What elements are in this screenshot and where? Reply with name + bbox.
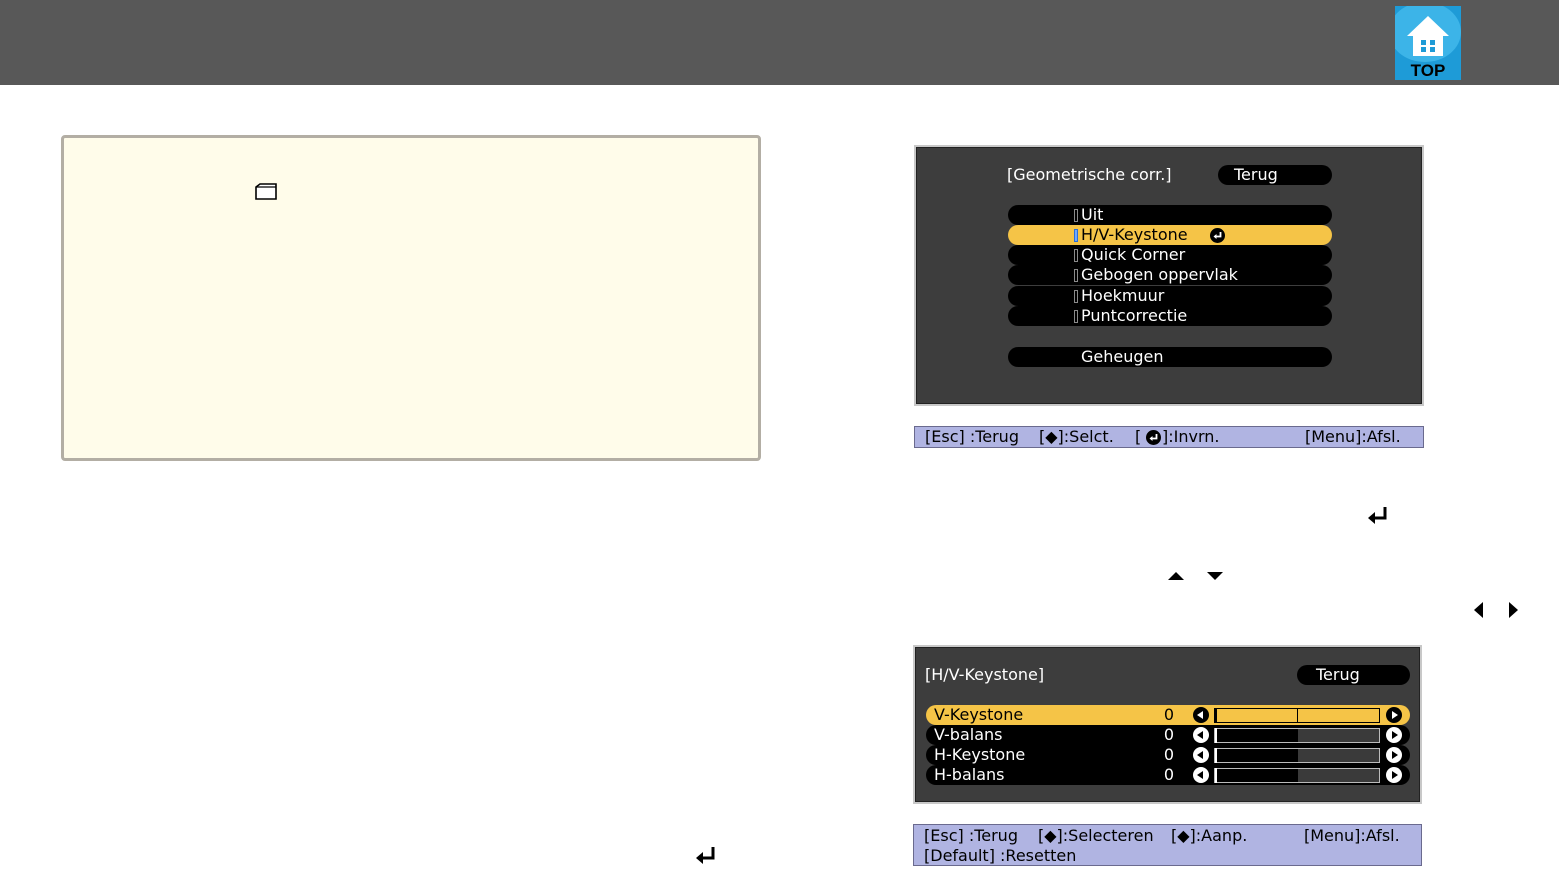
slider-start-tick bbox=[1215, 768, 1217, 783]
row-v-balans[interactable]: V-balans 0 bbox=[926, 725, 1410, 745]
v-balans-slider[interactable] bbox=[1214, 728, 1380, 743]
menu-item-label: Quick Corner bbox=[1081, 245, 1186, 264]
row-label: V-balans bbox=[934, 725, 1003, 744]
decrease-arrow-icon[interactable] bbox=[1193, 767, 1209, 783]
menu-title: [Geometrische corr.] bbox=[1007, 165, 1172, 184]
menu-item-label: Hoekmuur bbox=[1081, 286, 1165, 305]
back-button-label: Terug bbox=[1316, 665, 1360, 684]
status-esc: [Esc] :Terug bbox=[925, 427, 1019, 446]
status-enter-open: [ bbox=[1135, 427, 1142, 446]
row-label: H-Keystone bbox=[934, 745, 1026, 764]
menu-item-hoekmuur[interactable]: Hoekmuur bbox=[1008, 286, 1332, 306]
aspect-ratio-icon bbox=[255, 183, 277, 200]
radio-marker bbox=[1074, 269, 1078, 282]
slider-start-tick bbox=[1215, 708, 1217, 723]
menu1-status-bar: [Esc] :Terug [◆]:Selct. [ ]:Invrn. [Menu… bbox=[914, 426, 1424, 448]
slider-fill bbox=[1215, 729, 1298, 742]
radio-marker bbox=[1074, 310, 1078, 323]
note-box bbox=[61, 135, 761, 461]
enter-arrow-icon bbox=[1368, 507, 1387, 524]
increase-arrow-icon[interactable] bbox=[1386, 767, 1402, 783]
slider-start-tick bbox=[1215, 748, 1217, 763]
slider-fill bbox=[1215, 749, 1298, 762]
increase-arrow-icon[interactable] bbox=[1386, 727, 1402, 743]
up-arrow-icon bbox=[1168, 572, 1184, 580]
v-keystone-slider[interactable] bbox=[1214, 708, 1380, 723]
radio-marker bbox=[1074, 209, 1078, 222]
slider-fill bbox=[1215, 769, 1298, 782]
menu-item-uit[interactable]: Uit bbox=[1008, 205, 1332, 225]
memory-button[interactable]: Geheugen bbox=[1008, 347, 1332, 367]
increase-arrow-icon[interactable] bbox=[1386, 747, 1402, 763]
status-adjust: [◆]:Aanp. bbox=[1171, 826, 1248, 845]
enter-icon bbox=[1210, 228, 1225, 243]
row-h-keystone[interactable]: H-Keystone 0 bbox=[926, 745, 1410, 765]
row-label: H-balans bbox=[934, 765, 1005, 784]
status-enter: ]:Invrn. bbox=[1162, 427, 1220, 446]
row-value: 0 bbox=[1163, 705, 1174, 724]
back-button[interactable]: Terug bbox=[1218, 165, 1332, 185]
status-select: [◆]:Selct. bbox=[1039, 427, 1114, 446]
decrease-arrow-icon[interactable] bbox=[1193, 727, 1209, 743]
header-bar bbox=[0, 0, 1559, 85]
row-h-balans[interactable]: H-balans 0 bbox=[926, 765, 1410, 785]
row-v-keystone[interactable]: V-Keystone 0 bbox=[926, 705, 1410, 725]
down-arrow-icon bbox=[1207, 572, 1223, 580]
row-value: 0 bbox=[1163, 765, 1174, 784]
hv-keystone-menu: [H/V-Keystone] Terug V-Keystone 0 V-bala… bbox=[913, 645, 1422, 804]
status-menu: [Menu]:Afsl. bbox=[1304, 826, 1400, 845]
menu-item-hv-keystone[interactable]: H/V-Keystone bbox=[1008, 225, 1332, 245]
increase-arrow-icon[interactable] bbox=[1386, 707, 1402, 723]
right-arrow-icon bbox=[1509, 602, 1518, 618]
top-button[interactable]: TOP bbox=[1395, 6, 1461, 80]
radio-marker bbox=[1074, 249, 1078, 262]
slider-fill bbox=[1215, 709, 1298, 722]
status-esc: [Esc] :Terug bbox=[924, 826, 1018, 845]
menu-item-label: H/V-Keystone bbox=[1081, 225, 1188, 244]
top-label: TOP bbox=[1410, 61, 1446, 80]
menu-title: [H/V-Keystone] bbox=[925, 665, 1045, 684]
enter-icon bbox=[1146, 430, 1161, 445]
menu2-status-bar: [Esc] :Terug [◆]:Selecteren [◆]:Aanp. [M… bbox=[913, 824, 1422, 866]
menu-item-label: Uit bbox=[1081, 205, 1104, 224]
row-value: 0 bbox=[1163, 745, 1174, 764]
status-select: [◆]:Selecteren bbox=[1038, 826, 1154, 845]
memory-label: Geheugen bbox=[1081, 347, 1164, 366]
row-value: 0 bbox=[1163, 725, 1174, 744]
status-menu: [Menu]:Afsl. bbox=[1305, 427, 1401, 446]
radio-marker bbox=[1074, 229, 1078, 242]
decrease-arrow-icon[interactable] bbox=[1193, 707, 1209, 723]
left-arrow-icon bbox=[1474, 602, 1483, 618]
h-keystone-slider[interactable] bbox=[1214, 748, 1380, 763]
back-button[interactable]: Terug bbox=[1297, 665, 1410, 685]
menu-item-label: Puntcorrectie bbox=[1081, 306, 1188, 325]
radio-marker bbox=[1074, 290, 1078, 303]
status-default: [Default] :Resetten bbox=[924, 846, 1077, 865]
back-button-label: Terug bbox=[1234, 165, 1278, 184]
row-label: V-Keystone bbox=[934, 705, 1024, 724]
menu-item-puntcorrectie[interactable]: Puntcorrectie bbox=[1008, 306, 1332, 326]
menu-item-label: Gebogen oppervlak bbox=[1081, 265, 1238, 284]
enter-arrow-icon bbox=[696, 847, 715, 864]
decrease-arrow-icon[interactable] bbox=[1193, 747, 1209, 763]
slider-start-tick bbox=[1215, 728, 1217, 743]
geometric-correction-menu: [Geometrische corr.] Terug Uit H/V-Keyst… bbox=[914, 145, 1424, 406]
h-balans-slider[interactable] bbox=[1214, 768, 1380, 783]
menu-item-quick-corner[interactable]: Quick Corner bbox=[1008, 245, 1332, 265]
menu-item-gebogen-oppervlak[interactable]: Gebogen oppervlak bbox=[1008, 265, 1332, 285]
